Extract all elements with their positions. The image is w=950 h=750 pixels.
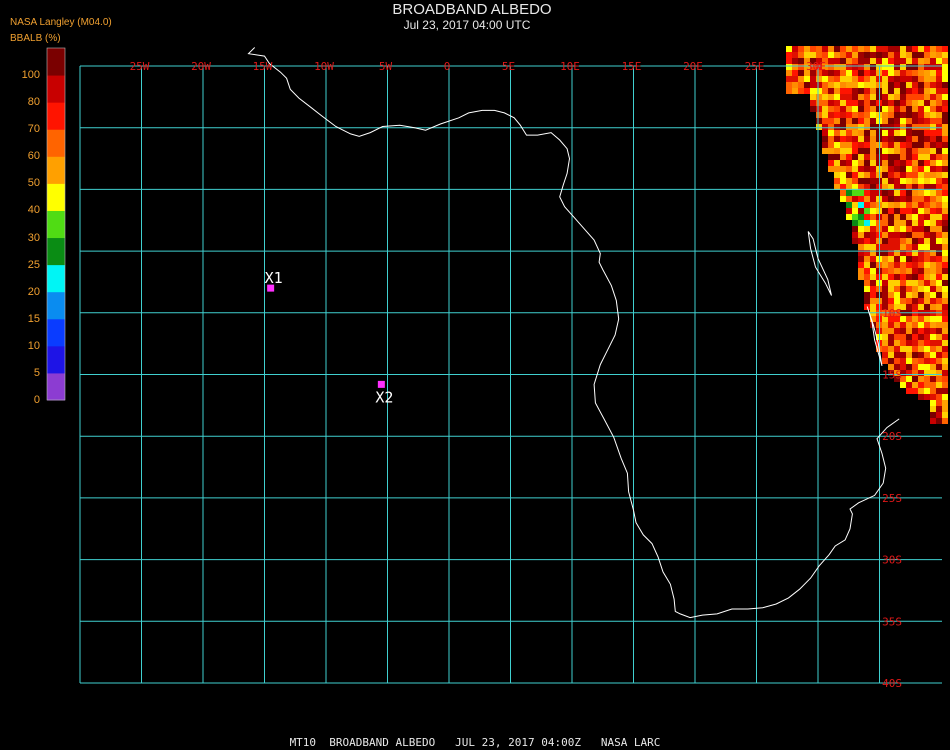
longitude-label: 15W xyxy=(253,60,273,73)
colorbar-bin xyxy=(47,372,65,401)
colorbar-bin xyxy=(47,156,65,184)
longitude-label: 30E xyxy=(806,60,826,73)
point-marker xyxy=(377,380,385,388)
lake-outline xyxy=(807,231,832,296)
longitude-label: 15E xyxy=(622,60,642,73)
longitude-label: 20W xyxy=(191,60,211,73)
colorbar-bin xyxy=(47,129,65,157)
colorbar-bin xyxy=(47,183,65,211)
longitude-label: 0 xyxy=(444,60,451,73)
longitude-label: 5W xyxy=(379,60,393,73)
footer-caption: MT10 BROADBAND ALBEDO JUL 23, 2017 04:00… xyxy=(289,736,661,749)
longitude-label: 20E xyxy=(683,60,703,73)
latitude-label: 40S xyxy=(882,677,902,690)
longitude-label: 5E xyxy=(502,60,515,73)
longitude-label: 10W xyxy=(314,60,334,73)
colorbar-bin xyxy=(47,291,65,320)
latitude-label: 10S xyxy=(882,307,902,320)
point-markers: X1 X2 xyxy=(265,269,394,406)
latitude-label: 35S xyxy=(882,615,902,628)
colorbar-bin xyxy=(47,102,65,130)
africa-coastline xyxy=(247,47,900,619)
colorbar-bin xyxy=(47,210,65,239)
colorbar xyxy=(46,47,66,401)
colorbar-bin xyxy=(47,237,65,266)
latitude-label: 30S xyxy=(882,554,902,567)
colorbar-bin xyxy=(47,345,65,374)
colorbar-bin xyxy=(47,264,65,293)
lat-lon-grid xyxy=(79,65,942,684)
latitude-label: 20S xyxy=(882,430,902,443)
longitude-label: 25E xyxy=(745,60,765,73)
point-marker-label: X1 xyxy=(265,269,283,287)
longitude-label: 25W xyxy=(130,60,150,73)
albedo-map: 25W 20W 15W 10W 5W 0 5E 10E 15E 20E 25E 30E 10S 15S 2… xyxy=(46,46,948,690)
colorbar-bin xyxy=(47,48,65,76)
coastline xyxy=(247,47,900,619)
latitude-label: 25S xyxy=(882,492,902,505)
point-marker-label: X2 xyxy=(375,388,393,406)
longitude-label: 10E xyxy=(560,60,580,73)
colorbar-bin xyxy=(47,75,65,103)
latitude-label: 15S xyxy=(882,369,902,382)
colorbar-bin xyxy=(47,318,65,347)
